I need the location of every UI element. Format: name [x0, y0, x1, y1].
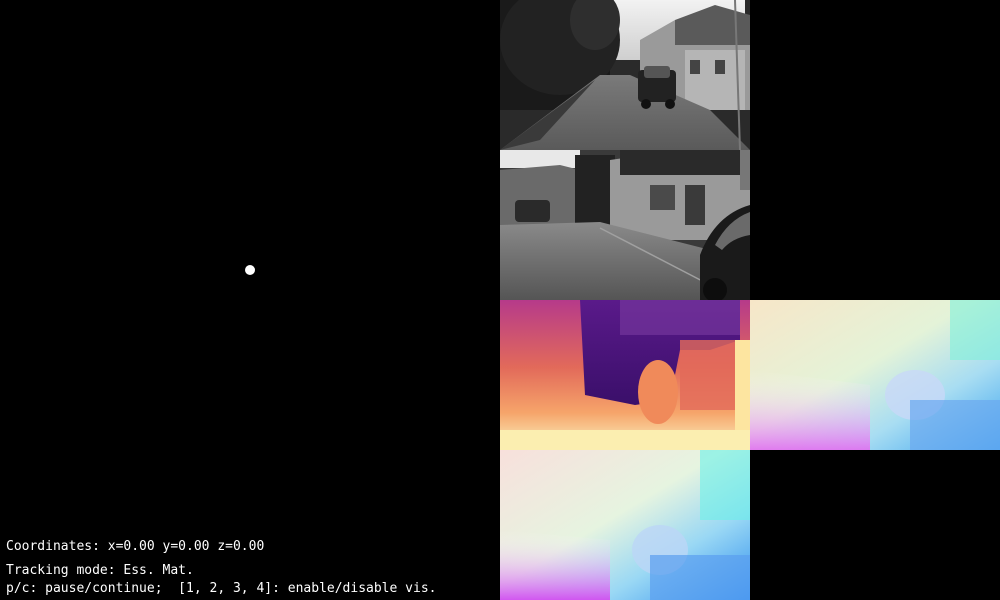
camera-frame-current	[500, 0, 750, 150]
empty-panel-bottom-right	[750, 450, 1000, 600]
tracking-mode-label: Tracking mode: Ess. Mat.	[6, 563, 194, 578]
keyboard-help-text: p/c: pause/continue; [1, 2, 3, 4]: enabl…	[6, 581, 437, 596]
optical-flow-view-2	[500, 450, 750, 600]
camera-frame-previous	[500, 150, 750, 300]
depth-map-view	[500, 300, 750, 450]
optical-flow-view-1	[750, 300, 1000, 450]
empty-panel-top-right	[750, 0, 1000, 300]
coordinates-readout: Coordinates: x=0.00 y=0.00 z=0.00	[6, 539, 265, 554]
trajectory-panel: Coordinates: x=0.00 y=0.00 z=0.00 Tracki…	[0, 0, 500, 600]
trajectory-current-position	[245, 265, 255, 275]
